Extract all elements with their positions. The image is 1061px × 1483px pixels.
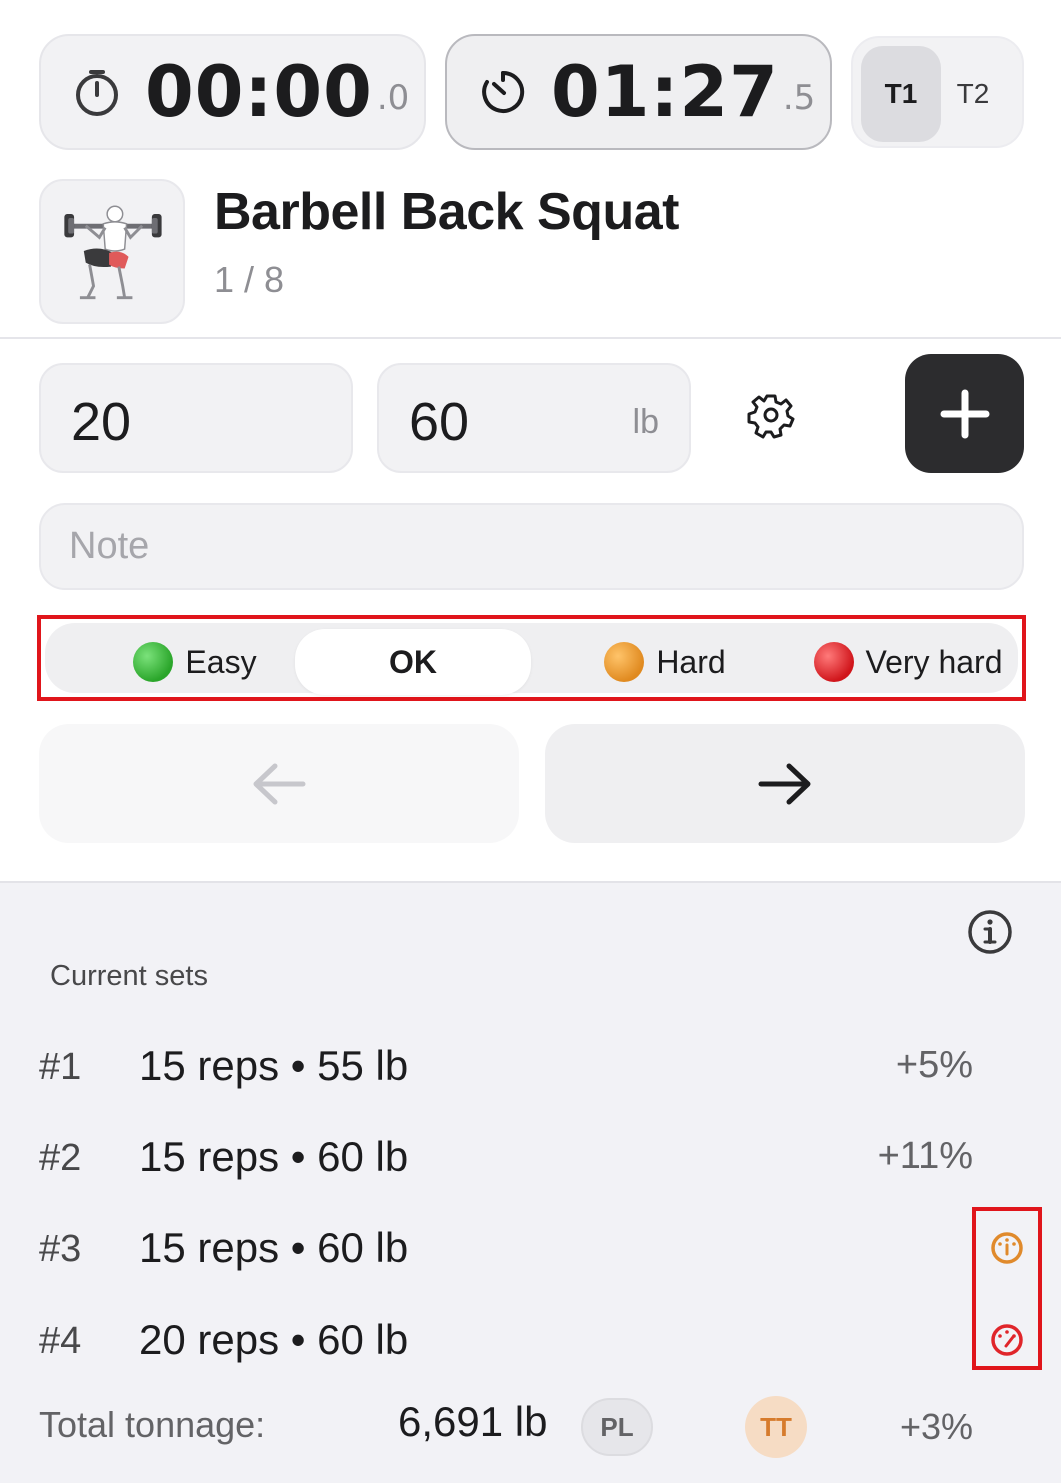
current-sets-label: Current sets (50, 960, 208, 992)
tt-badge[interactable]: TT (745, 1396, 807, 1458)
set-number: #1 (39, 1046, 82, 1088)
exercise-thumbnail[interactable] (39, 179, 185, 324)
arrow-left-icon (253, 763, 306, 804)
green-dot-icon (133, 642, 174, 682)
set-description: 15 reps • 60 lb (139, 1224, 409, 1271)
next-button[interactable] (545, 724, 1025, 843)
timer-toggle: T1 T2 (851, 36, 1024, 148)
set-description: 15 reps • 60 lb (139, 1133, 409, 1180)
squat-illustration (64, 205, 162, 300)
set-description: 20 reps • 60 lb (139, 1316, 409, 1363)
set-percent: +5% (895, 1044, 973, 1086)
set-row[interactable]: #4 20 reps • 60 lb (0, 1314, 1061, 1374)
stopwatch-value: 00:00 (145, 51, 373, 133)
difficulty-ok[interactable]: OK (295, 629, 531, 695)
tab-t1[interactable]: T1 (861, 46, 941, 142)
add-set-button[interactable] (905, 354, 1024, 473)
weight-unit: lb (632, 403, 659, 441)
weight-input[interactable]: 60 lb (377, 363, 691, 473)
difficulty-hard-label: Hard (656, 643, 726, 680)
set-row[interactable]: #1 15 reps • 55 lb +5% (0, 1040, 1061, 1100)
rest-timer-value: 01:27 (551, 51, 779, 133)
exercise-title: Barbell Back Squat (214, 183, 679, 241)
orange-dot-icon (604, 642, 645, 682)
set-row[interactable]: #2 15 reps • 60 lb +11% (0, 1131, 1061, 1191)
pl-badge[interactable]: PL (581, 1398, 653, 1456)
note-field-container (39, 503, 1024, 590)
plus-icon (940, 389, 989, 438)
note-field[interactable] (41, 505, 1022, 588)
rest-timer[interactable]: 01:27 .5 (445, 34, 832, 150)
set-number: #2 (39, 1137, 82, 1179)
set-percent: +11% (877, 1135, 973, 1177)
timer-icon (482, 70, 525, 113)
difficulty-easy[interactable]: Easy (75, 629, 315, 695)
stopwatch-timer[interactable]: 00:00 .0 (39, 34, 426, 150)
set-description: 15 reps • 55 lb (139, 1042, 409, 1089)
previous-button[interactable] (39, 724, 519, 843)
divider (0, 337, 1061, 339)
gauge-hard-icon (991, 1232, 1023, 1264)
difficulty-ok-label: OK (389, 643, 437, 680)
difficulty-selector: Easy OK Hard Very hard (45, 623, 1018, 695)
tab-t2[interactable]: T2 (933, 46, 1013, 142)
stopwatch-fraction: .0 (376, 78, 410, 118)
difficulty-very-hard-label: Very hard (865, 643, 1003, 680)
difficulty-highlight: Easy OK Hard Very hard (37, 615, 1026, 701)
weight-value: 60 (409, 392, 470, 452)
info-icon[interactable] (967, 909, 1013, 955)
difficulty-very-hard[interactable]: Very hard (793, 629, 1023, 695)
difficulty-hard[interactable]: Hard (545, 629, 785, 695)
set-number: #4 (39, 1320, 82, 1362)
total-percent: +3% (899, 1406, 973, 1447)
total-tonnage-value: 6,691 lb (398, 1398, 548, 1445)
reps-value: 20 (71, 392, 132, 452)
arrow-right-icon (758, 763, 811, 804)
rest-timer-fraction: .5 (782, 78, 816, 118)
set-row[interactable]: #3 15 reps • 60 lb (0, 1222, 1061, 1282)
red-dot-icon (813, 642, 854, 682)
difficulty-easy-label: Easy (185, 643, 257, 680)
stopwatch-icon (76, 70, 118, 116)
gear-icon[interactable] (747, 391, 795, 439)
total-tonnage-label: Total tonnage: (39, 1404, 266, 1445)
reps-input[interactable]: 20 (39, 363, 353, 473)
gauge-very-hard-icon (991, 1324, 1023, 1356)
set-number: #3 (39, 1228, 82, 1270)
exercise-position: 1 / 8 (214, 259, 285, 300)
